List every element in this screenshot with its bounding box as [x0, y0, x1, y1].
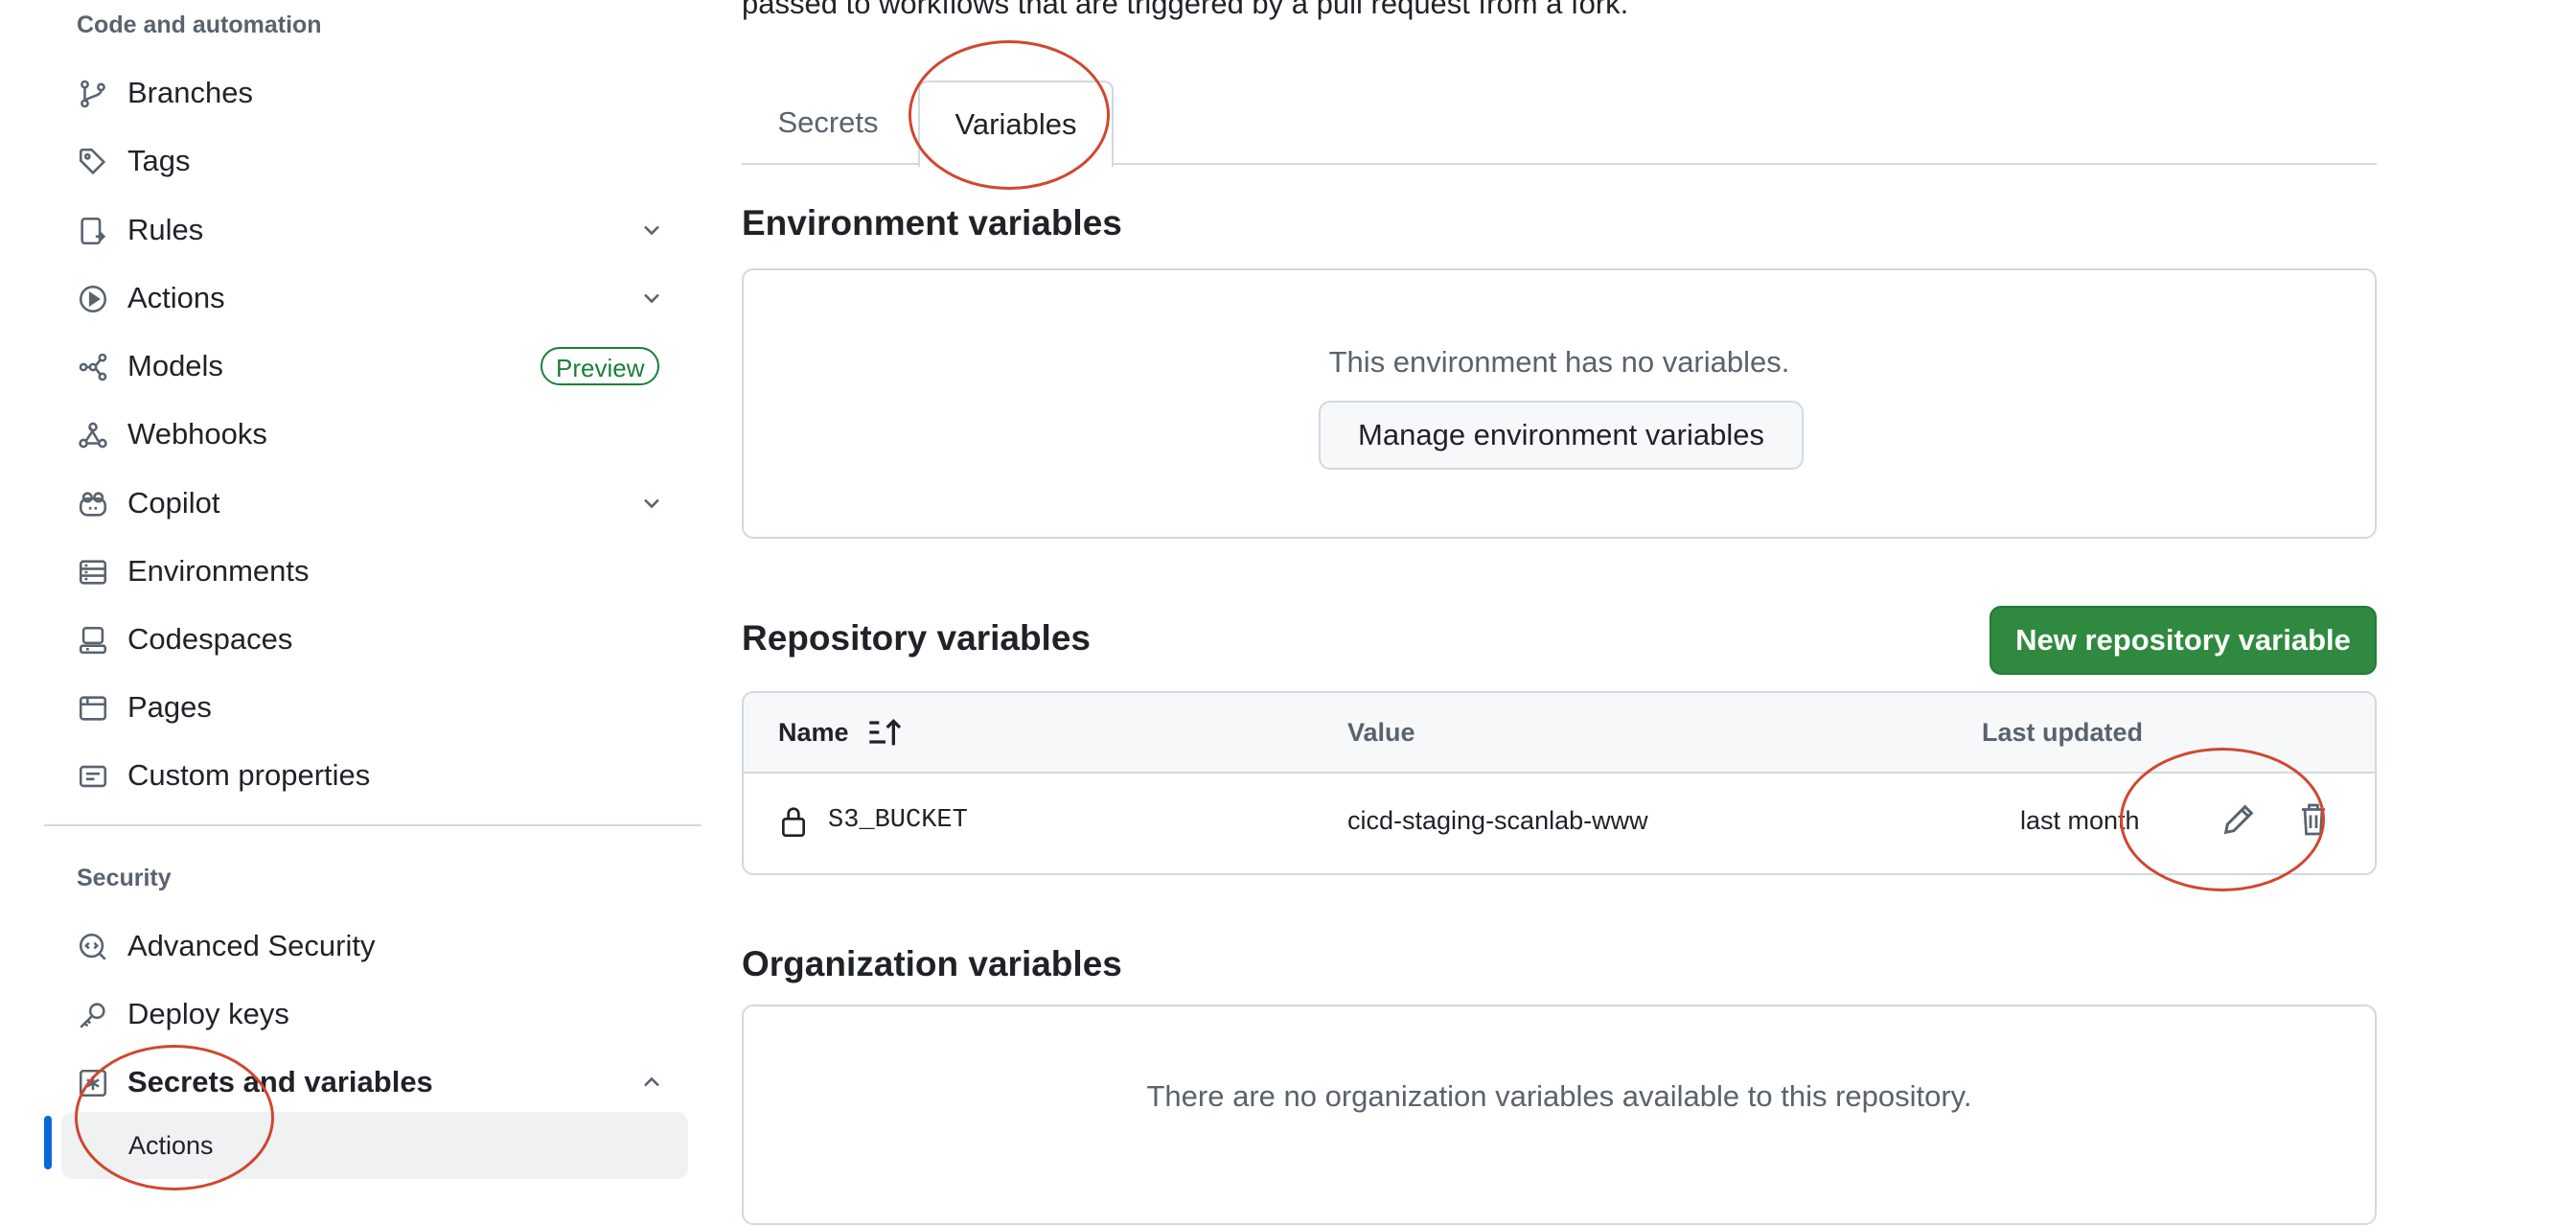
code-automation-heading: Code and automation: [77, 12, 322, 38]
play-icon: [77, 283, 109, 315]
sidebar-item-branches[interactable]: Branches: [44, 63, 684, 123]
codespaces-icon: [77, 624, 109, 657]
sidebar-item-label: Tags: [127, 144, 191, 177]
table-row: S3_BUCKET cicd-staging-scanlab-www last …: [744, 772, 2375, 873]
variable-last-updated: last month: [2020, 806, 2140, 835]
asterisk-icon: [77, 1067, 109, 1099]
sidebar-item-label: Deploy keys: [127, 997, 289, 1030]
sidebar-item-label: Actions: [127, 281, 225, 314]
chevron-up-icon[interactable]: [638, 1069, 665, 1096]
sidebar-item-label: Webhooks: [127, 417, 267, 451]
copilot-icon: [77, 488, 109, 520]
sidebar-subitem-label: Actions: [128, 1131, 214, 1160]
environment-variables-box: This environment has no variables. Manag…: [742, 268, 2377, 539]
column-header-value: Value: [1347, 718, 1415, 747]
security-heading: Security: [77, 865, 172, 891]
sidebar-item-label: Models: [127, 349, 223, 382]
sidebar-item-label: Secrets and variables: [127, 1065, 433, 1098]
chevron-down-icon[interactable]: [638, 490, 665, 517]
server-icon: [77, 556, 109, 589]
sidebar-item-secrets-and-variables[interactable]: Secrets and variables: [44, 1052, 684, 1112]
sidebar-item-models[interactable]: Models Preview: [44, 336, 684, 396]
sidebar-item-tags[interactable]: Tags: [44, 131, 684, 191]
sidebar-item-environments[interactable]: Environments: [44, 542, 684, 601]
sidebar-item-label: Branches: [127, 76, 253, 109]
selected-indicator: [44, 1116, 52, 1169]
preview-badge: Preview: [540, 347, 660, 385]
trash-icon[interactable]: [2296, 800, 2331, 839]
lock-icon: [778, 804, 809, 839]
sidebar-item-deploy-keys[interactable]: Deploy keys: [44, 984, 684, 1044]
organization-empty-text: There are no organization variables avai…: [1146, 1079, 1972, 1113]
sidebar-item-label: Environments: [127, 554, 310, 588]
tab-secrets[interactable]: Secrets: [755, 81, 901, 165]
new-repository-variable-button[interactable]: New repository variable: [1990, 606, 2377, 675]
branch-icon: [77, 78, 109, 110]
webhook-icon: [77, 419, 109, 451]
sidebar-item-label: Custom properties: [127, 758, 371, 792]
sidebar-item-label: Rules: [127, 213, 204, 246]
repository-variables-table: Name Value Last updated S3_BUCKET cicd-s…: [742, 691, 2377, 875]
rules-icon: [77, 215, 109, 247]
browser-icon: [77, 692, 109, 725]
intro-text: passed to workflows that are triggered b…: [742, 0, 1629, 20]
sidebar-item-label: Copilot: [127, 486, 220, 520]
sidebar-item-codespaces[interactable]: Codespaces: [44, 610, 684, 669]
column-header-last-updated: Last updated: [1982, 718, 2144, 747]
sidebar-item-rules[interactable]: Rules: [44, 200, 684, 260]
tab-variables[interactable]: Variables: [918, 81, 1114, 167]
models-icon: [77, 351, 109, 383]
sort-ascending-icon[interactable]: [866, 716, 905, 749]
sidebar-subitem-actions[interactable]: Actions: [61, 1112, 688, 1179]
key-icon: [77, 999, 109, 1031]
organization-variables-box: There are no organization variables avai…: [742, 1005, 2377, 1225]
sidebar-item-advanced-security[interactable]: Advanced Security: [44, 916, 684, 976]
sidebar-item-copilot[interactable]: Copilot: [44, 474, 684, 533]
variable-name: S3_BUCKET: [828, 806, 968, 835]
organization-variables-heading: Organization variables: [742, 944, 1122, 983]
environment-variables-heading: Environment variables: [742, 203, 1122, 243]
repository-variables-heading: Repository variables: [742, 618, 1091, 658]
tag-icon: [77, 146, 109, 178]
manage-environment-variables-button[interactable]: Manage environment variables: [1319, 401, 1804, 470]
chevron-down-icon[interactable]: [638, 217, 665, 243]
sidebar-item-label: Codespaces: [127, 622, 293, 656]
sidebar-item-pages[interactable]: Pages: [44, 678, 684, 737]
variable-value: cicd-staging-scanlab-www: [1347, 806, 1648, 835]
sidebar-item-actions[interactable]: Actions: [44, 268, 684, 328]
table-header: Name Value Last updated: [744, 693, 2375, 774]
sidebar-item-label: Pages: [127, 690, 212, 724]
sidebar-item-custom-properties[interactable]: Custom properties: [44, 746, 684, 805]
sidebar-item-label: Advanced Security: [127, 929, 376, 962]
pencil-icon[interactable]: [2220, 800, 2258, 839]
column-header-name[interactable]: Name: [778, 718, 849, 748]
sidebar-divider: [44, 824, 702, 826]
note-icon: [77, 760, 109, 793]
codescan-icon: [77, 931, 109, 963]
sidebar-item-webhooks[interactable]: Webhooks: [44, 404, 684, 464]
chevron-down-icon[interactable]: [638, 285, 665, 312]
environment-empty-text: This environment has no variables.: [1328, 345, 1790, 379]
